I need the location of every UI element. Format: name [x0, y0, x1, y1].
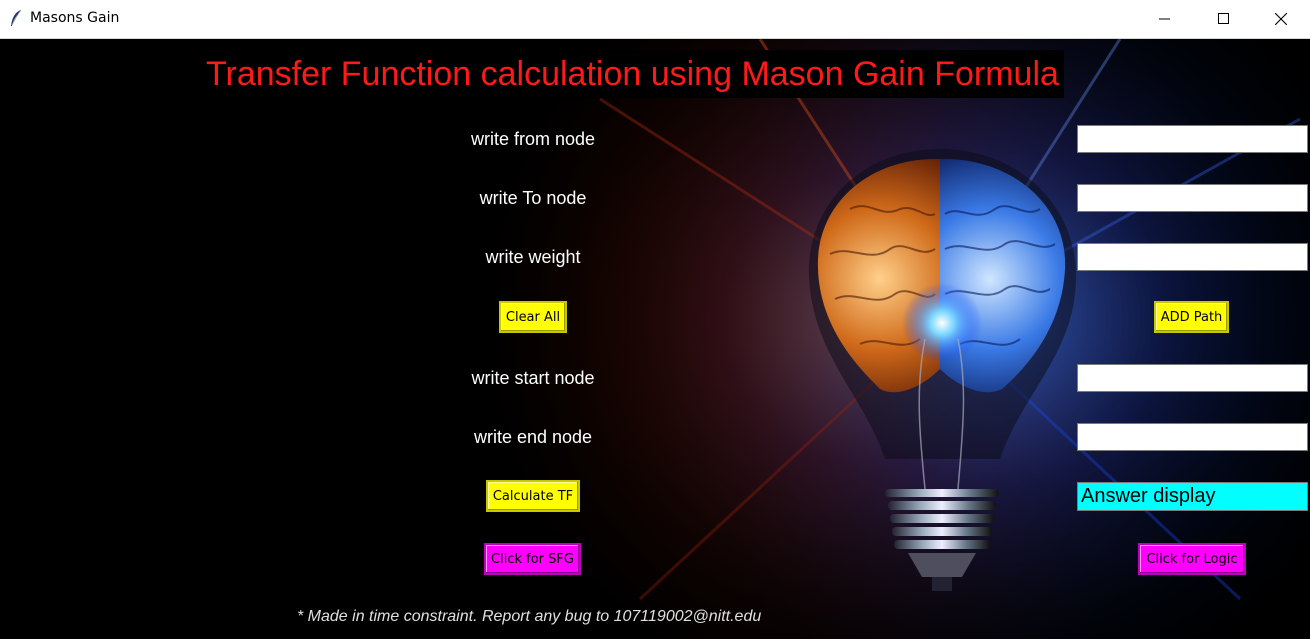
logic-button[interactable]: Click for Logic [1138, 543, 1246, 575]
add-path-button[interactable]: ADD Path [1154, 301, 1229, 333]
start-node-label: write start node [471, 368, 595, 388]
answer-display: Answer display [1077, 482, 1308, 511]
clear-all-button[interactable]: Clear All [499, 301, 567, 333]
weight-input[interactable] [1077, 243, 1308, 271]
to-node-label: write To node [479, 188, 587, 208]
end-node-input[interactable] [1077, 423, 1308, 451]
sfg-button[interactable]: Click for SFG [484, 543, 581, 575]
maximize-icon [1218, 13, 1229, 24]
end-node-label: write end node [473, 427, 593, 447]
weight-label: write weight [485, 247, 581, 267]
app-canvas: Transfer Function calculation using Maso… [0, 39, 1310, 639]
minimize-button[interactable] [1136, 0, 1194, 38]
from-node-input[interactable] [1077, 125, 1308, 153]
close-button[interactable] [1252, 0, 1310, 38]
from-node-label: write from node [470, 129, 596, 149]
page-title: Transfer Function calculation using Maso… [202, 50, 1064, 98]
close-icon [1275, 13, 1287, 25]
feather-icon [11, 9, 22, 26]
start-node-input[interactable] [1077, 364, 1308, 392]
window-title: Masons Gain [30, 10, 120, 26]
maximize-button[interactable] [1195, 0, 1253, 38]
window-titlebar: Masons Gain [0, 0, 1310, 39]
minimize-icon [1159, 18, 1170, 20]
footer-note: * Made in time constraint. Report any bu… [297, 608, 762, 625]
to-node-input[interactable] [1077, 184, 1308, 212]
calculate-tf-button[interactable]: Calculate TF [486, 480, 580, 512]
